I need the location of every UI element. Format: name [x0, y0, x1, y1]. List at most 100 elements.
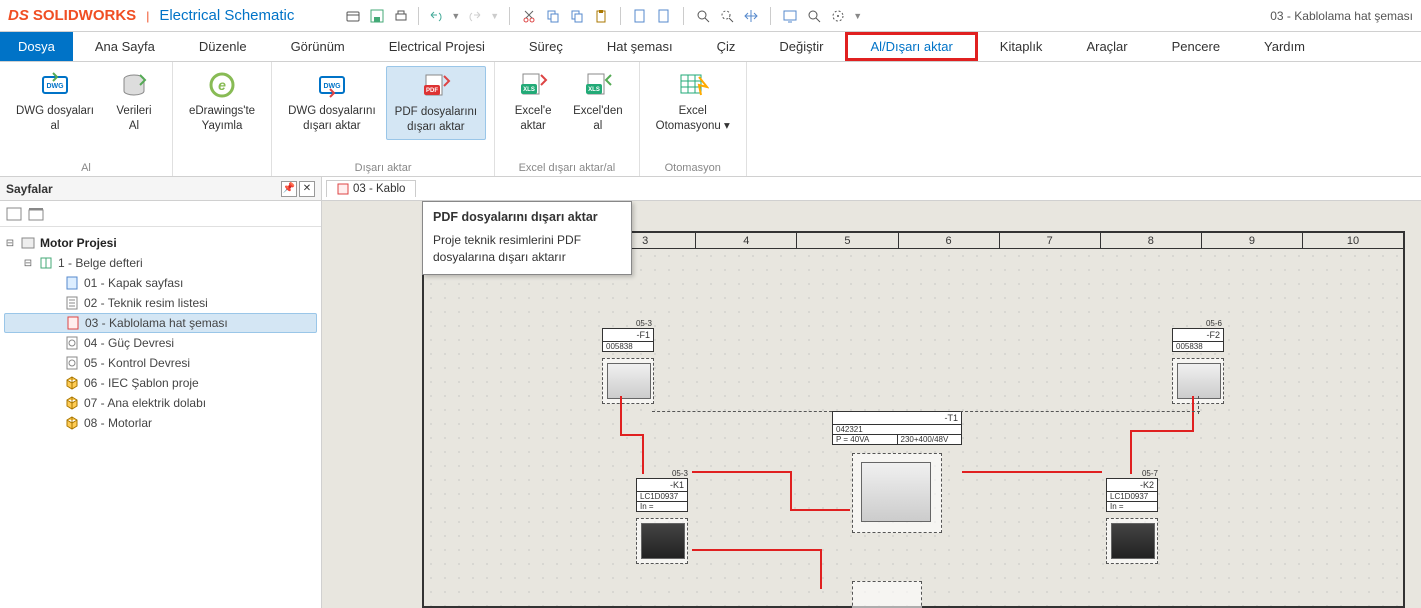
menu-gorunum[interactable]: Görünüm — [269, 32, 367, 61]
tree-book[interactable]: ⊟ 1 - Belge defteri — [4, 253, 317, 273]
ribbon-dwg-al[interactable]: DWG DWG dosyalarıal — [8, 66, 102, 138]
undo-icon[interactable] — [427, 7, 445, 25]
menu-al-disari-aktar[interactable]: Al/Dışarı aktar — [845, 32, 977, 61]
tree-root[interactable]: ⊟ Motor Projesi — [4, 233, 317, 253]
print-icon[interactable] — [392, 7, 410, 25]
redo-icon[interactable] — [466, 7, 484, 25]
scheme-icon — [64, 335, 80, 351]
menu-surec[interactable]: Süreç — [507, 32, 585, 61]
tree-page-08[interactable]: 08 - Motorlar — [4, 413, 317, 433]
menu-bar: Dosya Ana Sayfa Düzenle Görünüm Electric… — [0, 32, 1421, 62]
dwg-export-icon: DWG — [315, 70, 349, 100]
menu-dosya[interactable]: Dosya — [0, 32, 73, 61]
ribbon-edrawings[interactable]: e eDrawings'teYayımla — [181, 66, 263, 138]
tooltip-title: PDF dosyalarını dışarı aktar — [433, 210, 621, 224]
list-icon — [64, 295, 80, 311]
tree-page-01[interactable]: 01 - Kapak sayfası — [4, 273, 317, 293]
comp-code: LC1D0937 — [1106, 491, 1158, 502]
wire — [820, 549, 822, 589]
ribbon-label: Excel'denal — [573, 104, 623, 134]
target-dropdown[interactable]: ▼ — [853, 11, 862, 21]
sidebar-title: Sayfalar — [6, 182, 279, 196]
wire — [692, 471, 792, 473]
wire — [620, 396, 622, 436]
search-icon[interactable] — [805, 7, 823, 25]
menu-yardim[interactable]: Yardım — [1242, 32, 1327, 61]
tree-page-06[interactable]: 06 - IEC Şablon proje — [4, 373, 317, 393]
collapse-icon[interactable]: ⊟ — [22, 258, 34, 269]
view-list-icon[interactable] — [6, 207, 22, 221]
screen-icon[interactable] — [781, 7, 799, 25]
menu-ciz[interactable]: Çiz — [695, 32, 758, 61]
view-thumb-icon[interactable] — [28, 207, 44, 221]
collapse-icon[interactable]: ⊟ — [4, 238, 16, 249]
target-icon[interactable] — [829, 7, 847, 25]
menu-degistir[interactable]: Değiştir — [757, 32, 845, 61]
zoom-icon[interactable] — [694, 7, 712, 25]
undo-dropdown[interactable]: ▼ — [451, 11, 460, 21]
canvas[interactable]: PDF dosyalarını dışarı aktar Proje tekni… — [322, 201, 1421, 608]
wire — [790, 509, 850, 511]
doc-tab[interactable]: 03 - Kablo — [326, 180, 416, 197]
cube-icon — [64, 375, 80, 391]
copy2-icon[interactable] — [568, 7, 586, 25]
tree-page-07[interactable]: 07 - Ana elektrik dolabı — [4, 393, 317, 413]
doc2-icon[interactable] — [655, 7, 673, 25]
wire — [1130, 430, 1132, 474]
comp-p: P = 40VA — [832, 435, 897, 445]
tree-label: 08 - Motorlar — [84, 416, 152, 430]
copy-icon[interactable] — [544, 7, 562, 25]
tree-page-02[interactable]: 02 - Teknik resim listesi — [4, 293, 317, 313]
comp-name: -K1 — [636, 478, 688, 491]
menu-duzenle[interactable]: Düzenle — [177, 32, 269, 61]
tree-page-04[interactable]: 04 - Güç Devresi — [4, 333, 317, 353]
canvas-area: 03 - Kablo PDF dosyalarını dışarı aktar … — [322, 177, 1421, 608]
open-icon[interactable] — [344, 7, 362, 25]
ribbon-label: DWG dosyalarıal — [16, 104, 94, 134]
wire — [642, 434, 644, 474]
tree-page-05[interactable]: 05 - Kontrol Devresi — [4, 353, 317, 373]
xls-import-icon: XLS — [581, 70, 615, 100]
cut-icon[interactable] — [520, 7, 538, 25]
comp-name: -T1 — [832, 411, 962, 424]
component-k1[interactable]: 05-3 -K1 LC1D0937 In = — [636, 469, 688, 564]
save-icon[interactable] — [368, 7, 386, 25]
ribbon-dwg-export[interactable]: DWG DWG dosyalarınıdışarı aktar — [280, 66, 384, 140]
menu-hat-semasi[interactable]: Hat şeması — [585, 32, 695, 61]
component-k2[interactable]: 05-7 -K2 LC1D0937 In = — [1106, 469, 1158, 564]
ribbon-excel-import[interactable]: XLS Excel'denal — [565, 66, 631, 138]
doc1-icon[interactable] — [631, 7, 649, 25]
ribbon-group-otomasyon: ExcelOtomasyonu ▾ Otomasyon — [640, 62, 747, 176]
menu-araclar[interactable]: Araçlar — [1064, 32, 1149, 61]
menu-pencere[interactable]: Pencere — [1150, 32, 1242, 61]
component-f1[interactable]: 05-3 -F1 005838 — [602, 319, 654, 404]
tree-label: 03 - Kablolama hat şeması — [85, 316, 228, 330]
pin-icon[interactable]: 📌 — [281, 181, 297, 197]
zoom-fit-icon[interactable] — [718, 7, 736, 25]
menu-electrical-projesi[interactable]: Electrical Projesi — [367, 32, 507, 61]
paste-icon[interactable] — [592, 7, 610, 25]
wire-dash — [960, 411, 1200, 412]
comp-in: In = — [636, 502, 688, 512]
ribbon-label: PDF dosyalarınıdışarı aktar — [395, 105, 477, 135]
close-icon[interactable]: ✕ — [299, 181, 315, 197]
component-t1[interactable]: -T1 042321 P = 40VA 230+400/48V — [832, 411, 962, 533]
ribbon-excel-export[interactable]: XLS Excel'eaktar — [503, 66, 563, 138]
component-bottom[interactable] — [852, 581, 922, 608]
component-f2[interactable]: 05-6 -F2 005838 — [1172, 319, 1224, 404]
comp-name: -F2 — [1172, 328, 1224, 341]
tree-page-03[interactable]: 03 - Kablolama hat şeması — [4, 313, 317, 333]
menu-kitaplik[interactable]: Kitaplık — [978, 32, 1065, 61]
ribbon-excel-automation[interactable]: ExcelOtomasyonu ▾ — [648, 66, 738, 138]
pan-icon[interactable] — [742, 7, 760, 25]
wire — [1192, 396, 1194, 432]
document-title: 03 - Kablolama hat şeması — [1270, 9, 1413, 23]
svg-text:PDF: PDF — [426, 88, 438, 94]
ribbon-verileri-al[interactable]: VerileriAl — [104, 66, 164, 138]
logo-subtitle: Electrical Schematic — [159, 7, 294, 24]
comp-in: In = — [1106, 502, 1158, 512]
logo-solidworks: SOLIDWORKS — [33, 7, 136, 24]
ribbon-pdf-export[interactable]: PDF PDF dosyalarınıdışarı aktar — [386, 66, 486, 140]
tooltip-body: Proje teknik resimlerini PDF dosyalarına… — [433, 232, 621, 266]
menu-anasayfa[interactable]: Ana Sayfa — [73, 32, 177, 61]
